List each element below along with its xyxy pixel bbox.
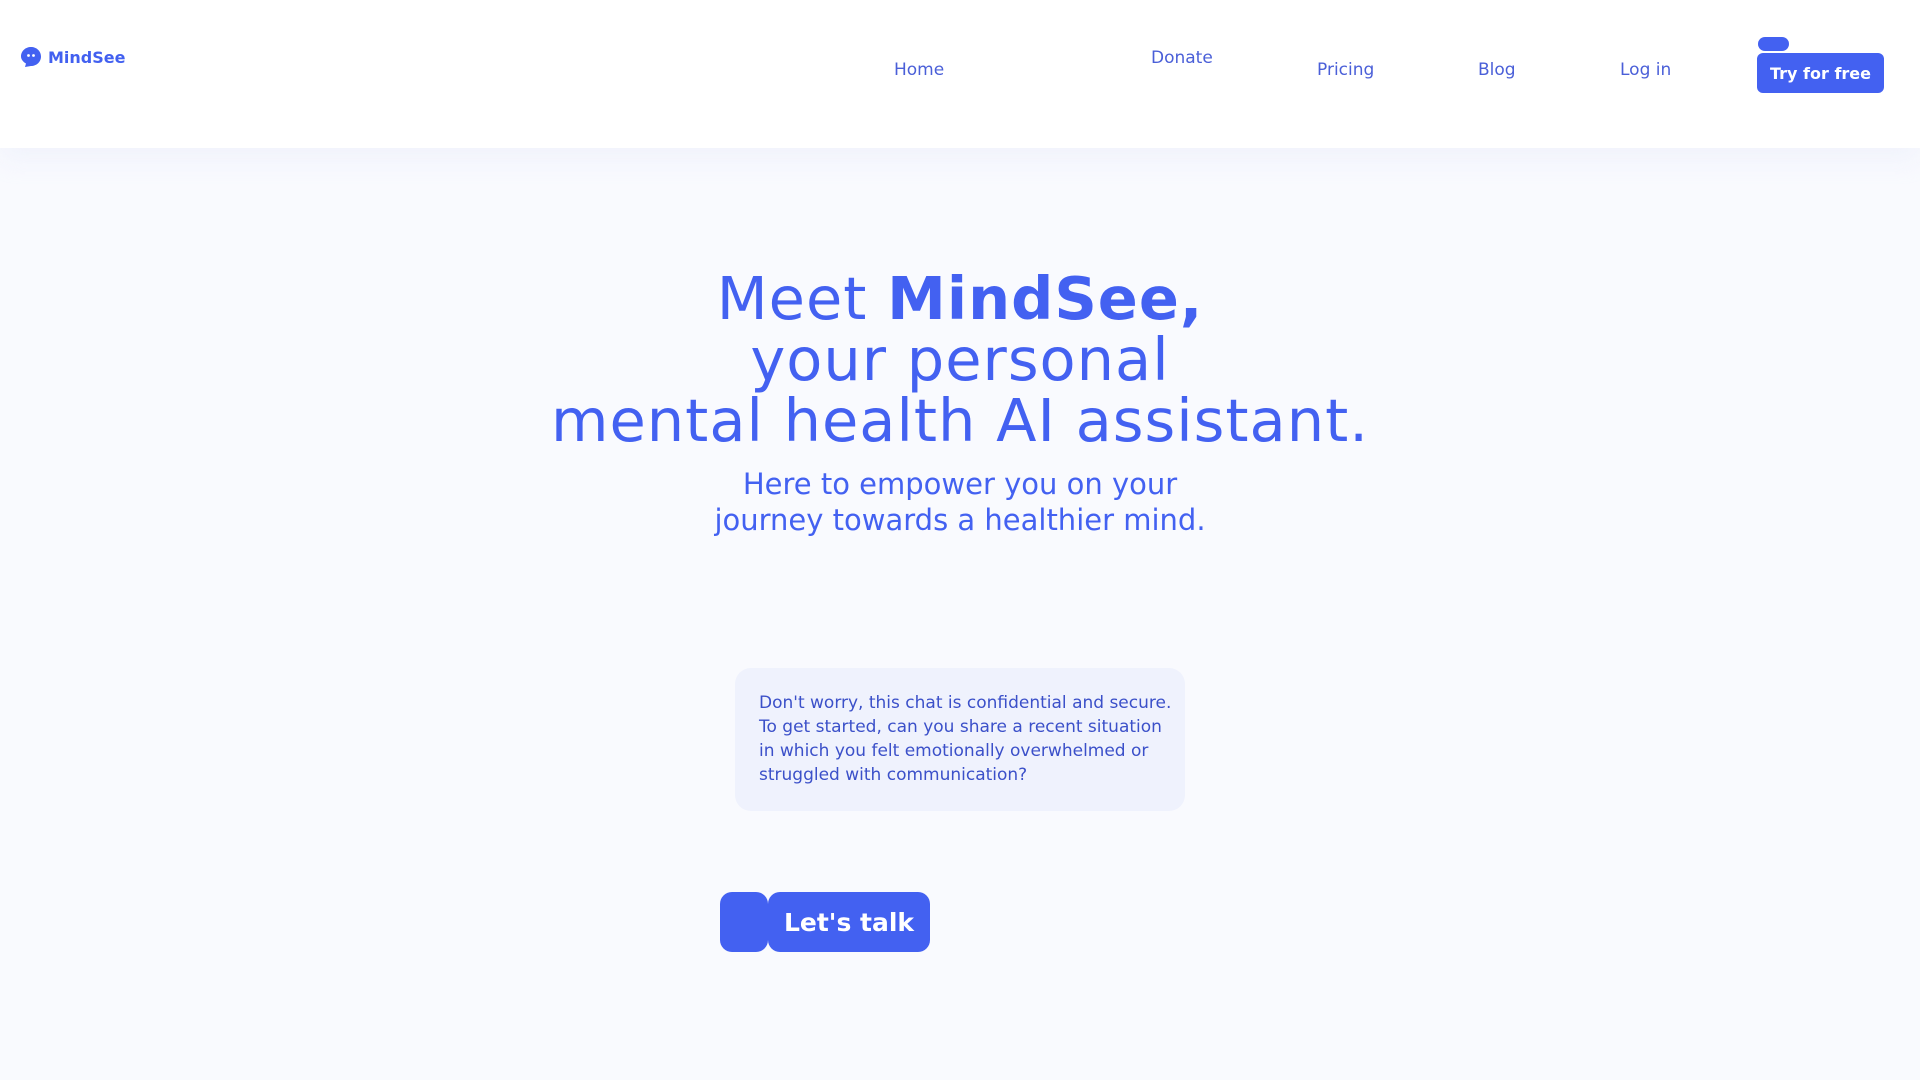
hero-title-prefix: Meet bbox=[716, 264, 888, 333]
nav-pricing[interactable]: Pricing bbox=[1317, 60, 1374, 80]
brand-name: MindSee bbox=[48, 47, 126, 67]
hero-subtitle-line2: journey towards a healthier mind. bbox=[714, 503, 1206, 537]
hero-title-brand: MindSee, bbox=[887, 264, 1204, 333]
hero-title: Meet MindSee, your personal mental healt… bbox=[360, 268, 1560, 451]
nav-blog[interactable]: Blog bbox=[1478, 60, 1516, 80]
logo-link[interactable]: MindSee bbox=[20, 46, 125, 68]
hero-title-line3: mental health AI assistant. bbox=[551, 386, 1369, 455]
nav-login[interactable]: Log in bbox=[1620, 60, 1671, 80]
try-for-free-button[interactable]: Try for free bbox=[1757, 53, 1884, 93]
hero-subtitle: Here to empower you on your journey towa… bbox=[560, 466, 1360, 538]
nav-donate[interactable]: Donate bbox=[1151, 48, 1213, 68]
hero-title-line2: your personal bbox=[750, 325, 1170, 394]
chat-message-bubble: Don't worry, this chat is confidential a… bbox=[735, 668, 1185, 811]
nav-home[interactable]: Home bbox=[894, 60, 944, 80]
chat-line: struggled with communication? bbox=[759, 765, 1028, 785]
lets-talk-button[interactable]: Let's talk bbox=[768, 892, 930, 952]
site-header: MindSee Home Donate Pricing Blog Log in … bbox=[0, 0, 1920, 148]
chat-line: in which you felt emotionally overwhelme… bbox=[759, 741, 1149, 761]
chat-line: Don't worry, this chat is confidential a… bbox=[759, 693, 1172, 713]
hero-subtitle-line1: Here to empower you on your bbox=[742, 467, 1178, 501]
try-button-tab bbox=[1758, 37, 1789, 51]
chat-line: To get started, can you share a recent s… bbox=[759, 717, 1162, 737]
talk-icon-button[interactable] bbox=[720, 892, 768, 952]
chat-bubble-face-icon bbox=[21, 47, 41, 67]
